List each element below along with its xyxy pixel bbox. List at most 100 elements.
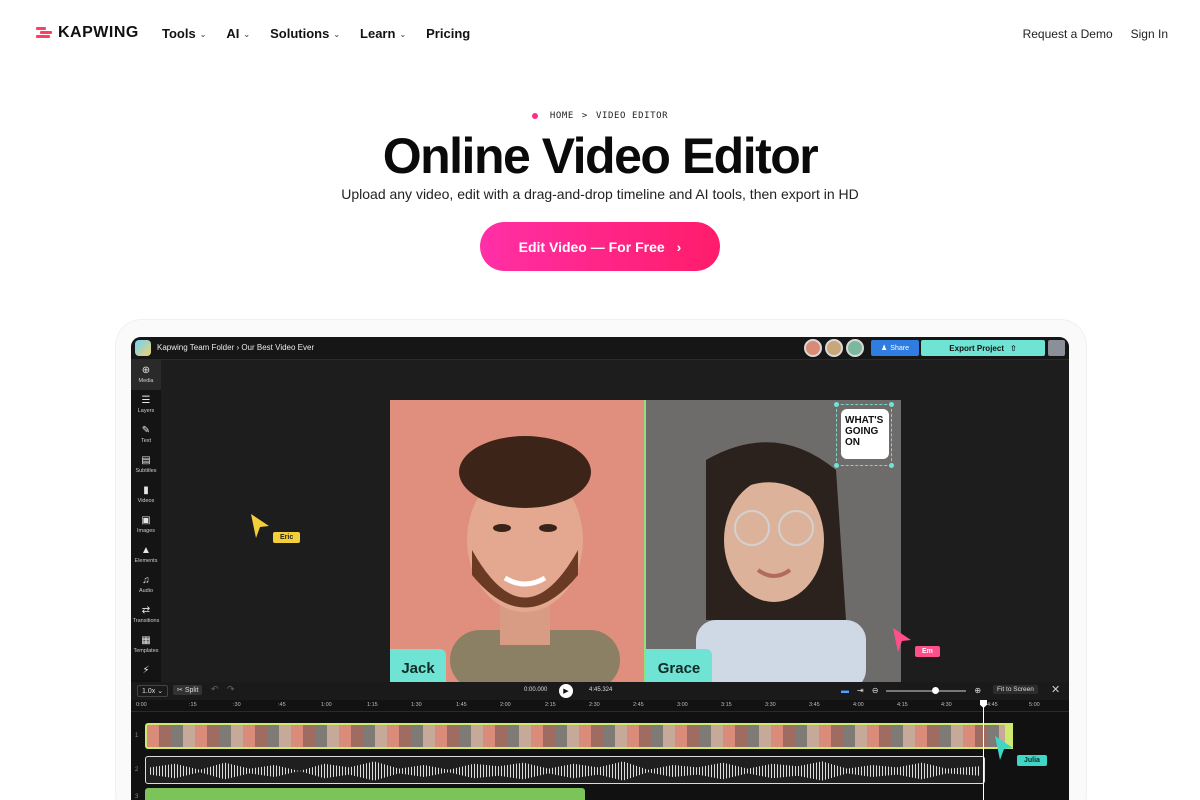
project-path[interactable]: Kapwing Team Folder › Our Best Video Eve… (157, 343, 314, 352)
sidebar-item-audio[interactable]: ♫ Audio (131, 570, 161, 600)
split-button[interactable]: ✂ Split (173, 685, 203, 695)
speech-bubble-sticker[interactable]: WHAT'S GOING ON (834, 402, 894, 468)
sidebar-item-videos[interactable]: ▮ Videos (131, 480, 161, 510)
cursor-tag-em: Em (915, 646, 940, 657)
avatar[interactable] (846, 339, 864, 357)
kapwing-logo[interactable]: KAPWING (36, 24, 139, 42)
collaborator-avatars (804, 339, 864, 357)
project-thumbnail[interactable] (1048, 340, 1065, 356)
resize-handle[interactable] (834, 402, 839, 407)
ruler-tick: 2:15 (545, 702, 556, 708)
ruler-tick: 5:00 (1029, 702, 1040, 708)
ruler-tick: 0:00 (136, 702, 147, 708)
breadcrumb: HOME > VIDEO EDITOR (0, 111, 1200, 121)
export-label: Export Project (949, 343, 1004, 353)
close-icon[interactable]: ✕ (1051, 683, 1060, 696)
chevron-down-icon: ⌄ (157, 688, 164, 695)
plug-icon: ⚡ (142, 665, 150, 676)
avatar[interactable] (825, 339, 843, 357)
logo-text: KAPWING (58, 24, 139, 41)
ruler-tick: :45 (278, 702, 286, 708)
playback-speed-select[interactable]: 1.0x ⌄ (137, 685, 169, 697)
ruler-tick: 3:45 (809, 702, 820, 708)
resize-handle[interactable] (889, 402, 894, 407)
sign-in-link[interactable]: Sign In (1131, 27, 1168, 41)
timeline-ruler[interactable]: 0:00 :15 :30 :45 1:00 1:15 1:30 1:45 2:0… (131, 700, 1069, 712)
editor-canvas[interactable]: Jack Grace WHAT'S GOING ON Eric Em (161, 360, 1069, 687)
ruler-tick: 3:15 (721, 702, 732, 708)
subtitles-icon: ▤ (141, 455, 151, 466)
ruler-tick: 4:00 (853, 702, 864, 708)
playhead[interactable] (983, 700, 984, 800)
breadcrumb-separator: > (581, 111, 588, 121)
fit-width-icon[interactable]: ⇥ (857, 686, 864, 695)
user-add-icon: ♟ (881, 345, 888, 352)
zoom-out-icon[interactable]: ⊖ (872, 686, 879, 695)
chevron-down-icon: ⌄ (399, 30, 407, 39)
undo-icon[interactable]: ↶ (211, 684, 219, 695)
sticker-text: WHAT'S GOING ON (841, 409, 889, 459)
avatar[interactable] (804, 339, 822, 357)
zoom-in-icon[interactable]: ⊕ (974, 686, 981, 695)
nav-solutions[interactable]: Solutions ⌄ (270, 26, 340, 41)
zoom-slider[interactable] (886, 686, 967, 694)
sidebar-label: Layers (137, 408, 155, 414)
sidebar-item-plugins[interactable]: ⚡ (131, 662, 161, 680)
person-jack-illustration (450, 436, 620, 687)
text-edit-icon: ✎ (141, 425, 151, 436)
breadcrumb-home[interactable]: HOME (550, 111, 574, 121)
video-left-jack[interactable]: Jack (390, 400, 645, 687)
sidebar-item-media[interactable]: ⊕ Media (131, 360, 161, 390)
zoom-controls: ▬ ⇥ ⊖ ⊕ (841, 686, 981, 695)
edit-video-cta-button[interactable]: Edit Video — For Free › (480, 222, 720, 271)
ruler-tick: 2:30 (589, 702, 600, 708)
audio-waveform (150, 761, 980, 781)
top-nav: KAPWING Tools ⌄ AI ⌄ Solutions ⌄ Learn ⌄ Pri… (0, 0, 1200, 68)
play-button[interactable]: ▶ (559, 684, 573, 698)
templates-grid-icon: ▦ (141, 635, 151, 646)
page-title: Online Video Editor (382, 128, 819, 184)
ruler-tick: 4:15 (897, 702, 908, 708)
music-track-clip[interactable] (145, 788, 585, 800)
ruler-tick: 4:45 (987, 702, 998, 708)
sidebar-label: Audio (138, 588, 154, 594)
sidebar-item-images[interactable]: ▣ Images (131, 510, 161, 540)
audio-track-clip[interactable] (145, 756, 985, 784)
breadcrumb-current: VIDEO EDITOR (595, 111, 669, 121)
sidebar-item-transitions[interactable]: ⇄ Transitions (131, 600, 161, 630)
chevron-down-icon: ⌄ (243, 30, 251, 39)
layers-icon: ☰ (141, 395, 151, 406)
resize-handle[interactable] (834, 463, 839, 468)
request-demo-link[interactable]: Request a Demo (1023, 27, 1113, 41)
video-preview[interactable]: Jack Grace WHAT'S GOING ON (390, 400, 901, 687)
upload-icon: ⇧ (1009, 343, 1017, 353)
nav-ai[interactable]: AI ⌄ (226, 26, 250, 41)
fit-to-screen-button[interactable]: Fit to Screen (993, 685, 1038, 694)
sidebar-item-text[interactable]: ✎ Text (131, 420, 161, 450)
video-track-clip[interactable] (145, 723, 1013, 749)
sidebar-item-elements[interactable]: ▲ Elements (131, 540, 161, 570)
sidebar-item-templates[interactable]: ▦ Templates (131, 630, 161, 660)
nav-tools-label: Tools (162, 26, 196, 41)
nav-pricing[interactable]: Pricing (426, 26, 470, 41)
transition-icon: ⇄ (141, 605, 151, 616)
breadcrumb-dot-icon (531, 113, 538, 119)
nav-tools[interactable]: Tools ⌄ (162, 26, 206, 41)
editor-preview: Kapwing Team Folder › Our Best Video Eve… (131, 337, 1069, 800)
redo-icon[interactable]: ↷ (227, 684, 235, 695)
sidebar-item-layers[interactable]: ☰ Layers (131, 390, 161, 420)
share-button[interactable]: ♟ Share (871, 340, 919, 356)
export-project-button[interactable]: Export Project ⇧ (921, 340, 1045, 356)
nav-learn[interactable]: Learn ⌄ (360, 26, 406, 41)
resize-handle[interactable] (889, 463, 894, 468)
sidebar-item-subtitles[interactable]: ▤ Subtitles (131, 450, 161, 480)
snap-icon[interactable]: ▬ (841, 686, 849, 695)
chevron-down-icon: ⌄ (199, 30, 207, 39)
play-icon: ▶ (563, 688, 569, 695)
ruler-tick: :15 (189, 702, 197, 708)
ruler-tick: :30 (233, 702, 241, 708)
cursor-arrow-icon (893, 628, 911, 652)
team-folder-icon (135, 340, 151, 356)
ruler-tick: 3:00 (677, 702, 688, 708)
zoom-slider-handle[interactable] (932, 686, 940, 694)
